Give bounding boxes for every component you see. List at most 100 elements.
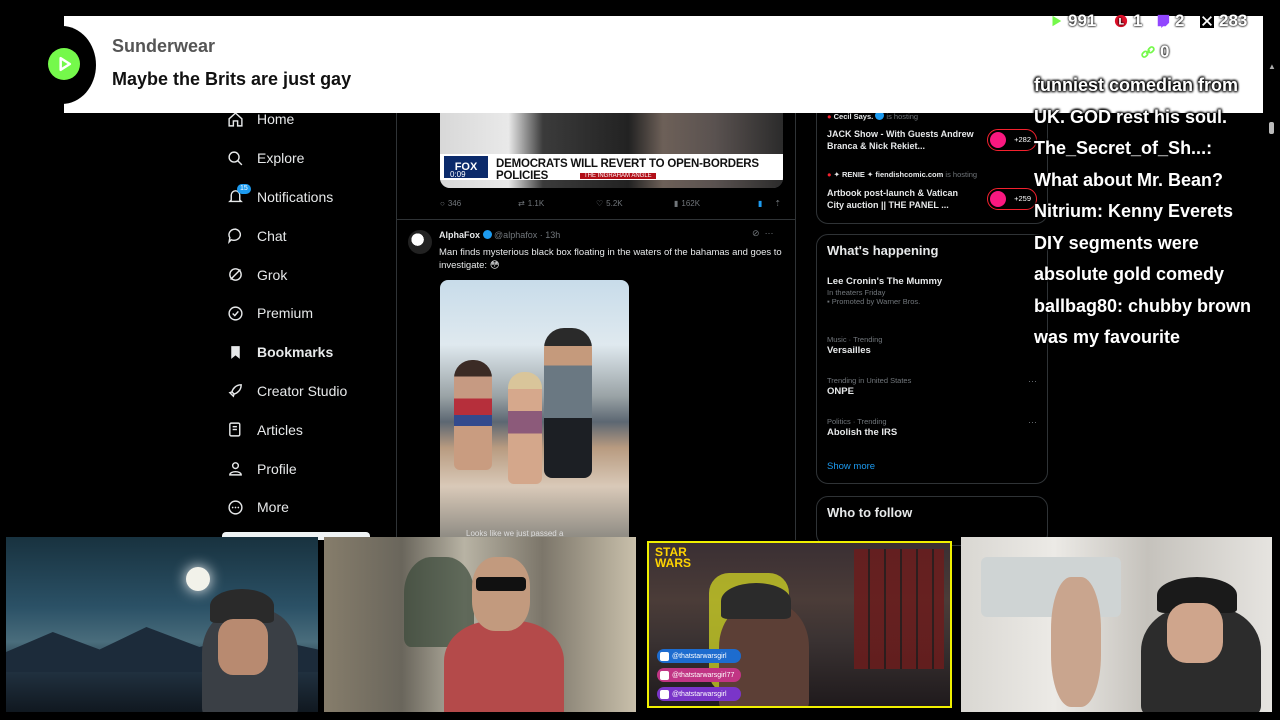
like-button[interactable]: ♡ 5.2K xyxy=(596,199,674,208)
grok-icon xyxy=(226,266,244,284)
link-icon xyxy=(1140,44,1156,60)
more-icon[interactable]: ··· xyxy=(765,228,774,238)
nav-premium[interactable]: Premium xyxy=(220,294,396,333)
more-icon[interactable]: ··· xyxy=(1028,376,1037,386)
photo-person xyxy=(508,372,542,484)
twitch-icon xyxy=(1155,13,1171,29)
svg-text:L: L xyxy=(1118,18,1124,28)
live-viewers: L1 xyxy=(1113,11,1142,31)
space-host: ● ✦ RENIE ✦ fiendishcomic.com is hosting xyxy=(827,170,977,179)
author-name[interactable]: AlphaFox xyxy=(439,230,480,240)
rumble-logo-icon xyxy=(48,48,80,80)
tweet-time[interactable]: 13h xyxy=(545,230,560,240)
space-host-name: Cecil Says. xyxy=(833,112,874,121)
instagram-handle: @thatstarwarsgirl77 xyxy=(657,668,741,682)
nav-chat[interactable]: Chat xyxy=(220,216,396,255)
webcam-4 xyxy=(961,537,1272,712)
mirror-graphic xyxy=(981,557,1121,617)
show-more-link[interactable]: Show more xyxy=(827,461,875,472)
chat-overlay: funniest comedian from UK. GOD rest his … xyxy=(1034,70,1274,354)
links-value: 0 xyxy=(1160,42,1170,61)
twitch-handle: @thatstarwarsgirl xyxy=(657,687,741,701)
chat-line: DIY segments were xyxy=(1034,232,1199,253)
view-count: 162K xyxy=(681,199,701,208)
space-listener-badge[interactable]: +282 xyxy=(987,129,1037,151)
chat-line: was my favourite xyxy=(1034,327,1181,347)
share-button[interactable]: ⇡ xyxy=(774,199,781,208)
tweet-image[interactable]: Looks like we just passed a xyxy=(440,280,629,538)
nav-label: Notifications xyxy=(257,188,334,205)
more-icon[interactable]: ··· xyxy=(1028,417,1037,427)
instagram-icon xyxy=(660,670,669,680)
video-player[interactable]: FOX DEMOCRATS WILL REVERT TO OPEN-BORDER… xyxy=(440,100,783,188)
nav-bookmarks[interactable]: Bookmarks xyxy=(220,333,396,372)
sunglasses-graphic xyxy=(476,577,526,591)
rumble-viewers: 991 xyxy=(1048,11,1096,31)
rumble-icon xyxy=(1048,13,1064,29)
face-graphic xyxy=(218,619,268,675)
alert-username: Sunderwear xyxy=(112,36,216,56)
x-count: 283 xyxy=(1219,11,1248,30)
moon-graphic xyxy=(186,567,210,591)
cap-graphic xyxy=(210,589,274,623)
video-timecode: 0:09 xyxy=(450,170,466,179)
nav-label: Bookmarks xyxy=(257,344,334,361)
trend-context: Politics · Trending xyxy=(827,417,887,426)
live-count: 1 xyxy=(1133,11,1143,30)
grok-icon[interactable]: ⊘ xyxy=(752,228,760,238)
space-status: is hosting xyxy=(886,112,919,121)
like-count: 5.2K xyxy=(606,199,623,208)
trend-item[interactable]: Music · Trending Versailles xyxy=(827,335,1037,357)
search-icon xyxy=(226,149,244,167)
tweet-menu[interactable]: ⊘ ··· xyxy=(752,228,774,239)
space-listener-badge[interactable]: +259 xyxy=(987,188,1037,210)
trend-item[interactable]: Politics · Trending Abolish the IRS ··· xyxy=(827,417,1037,439)
nav-label: Articles xyxy=(257,421,303,438)
listener-avatar xyxy=(990,132,1006,148)
chat-line: Nitrium: Kenny Everets xyxy=(1034,201,1234,221)
social-handle: @thatstarwarsgirl xyxy=(672,652,727,660)
trend-item[interactable]: Trending in United States ONPE ··· xyxy=(827,376,1037,398)
twitter-handle: @thatstarwarsgirl xyxy=(657,649,741,663)
nav-explore[interactable]: Explore xyxy=(220,139,396,178)
x-viewers: 283 xyxy=(1199,11,1247,31)
space-title[interactable]: Artbook post-launch & Vatican City aucti… xyxy=(827,187,977,211)
views-button[interactable]: ▮ 162K xyxy=(674,199,758,208)
webcam-3: STAR WARS @thatstarwarsgirl @thatstarwars… xyxy=(647,541,952,708)
nav-profile[interactable]: Profile xyxy=(220,449,396,488)
bookmark-post-button[interactable]: ▮ xyxy=(758,199,762,208)
chat-line: funniest comedian from xyxy=(1034,75,1239,95)
nav-label: Home xyxy=(257,111,295,128)
space-host-name: ✦ RENIE ✦ fiendishcomic.com xyxy=(833,170,944,179)
nav-creator-studio[interactable]: Creator Studio xyxy=(220,372,396,411)
webcam-2 xyxy=(324,537,636,712)
space-title[interactable]: JACK Show - With Guests Andrew Branca & … xyxy=(827,128,977,152)
live-spaces-panel: ● Cecil Says. is hosting JACK Show - Wit… xyxy=(816,100,1048,224)
webcam-1 xyxy=(6,537,318,712)
show-name: THE INGRAHAM ANGLE xyxy=(580,173,656,179)
notification-count-badge: 15 xyxy=(237,183,251,194)
chart-icon: ▮ xyxy=(674,199,679,208)
trend-name: Abolish the IRS xyxy=(827,427,898,438)
photo-person xyxy=(454,360,492,470)
avatar[interactable] xyxy=(408,230,432,254)
nav-notifications[interactable]: 15 Notifications xyxy=(220,178,396,217)
repost-button[interactable]: ⇄ 1.1K xyxy=(518,199,596,208)
collectibles-shelf xyxy=(854,549,944,669)
trend-context: Trending in United States xyxy=(827,376,912,385)
nav-more[interactable]: More xyxy=(220,488,396,527)
heart-icon: ♡ xyxy=(596,199,604,208)
trend-item[interactable]: Lee Cronin's The Mummy In theaters Frida… xyxy=(827,275,1037,306)
cap-graphic xyxy=(721,583,791,619)
panel-title: What's happening xyxy=(827,243,939,258)
trend-name: Lee Cronin's The Mummy xyxy=(827,276,943,287)
author-handle[interactable]: @alphafox xyxy=(494,230,537,240)
nav-label: More xyxy=(257,499,289,516)
chat-icon xyxy=(226,227,244,245)
star-wars-logo: STAR WARS xyxy=(655,546,691,569)
nav-articles[interactable]: Articles xyxy=(220,410,396,449)
nav-grok[interactable]: Grok xyxy=(220,255,396,294)
reply-button[interactable]: ○ 346 xyxy=(440,199,518,208)
reply-icon: ○ xyxy=(440,199,445,208)
trend-context: Music · Trending xyxy=(827,335,883,344)
